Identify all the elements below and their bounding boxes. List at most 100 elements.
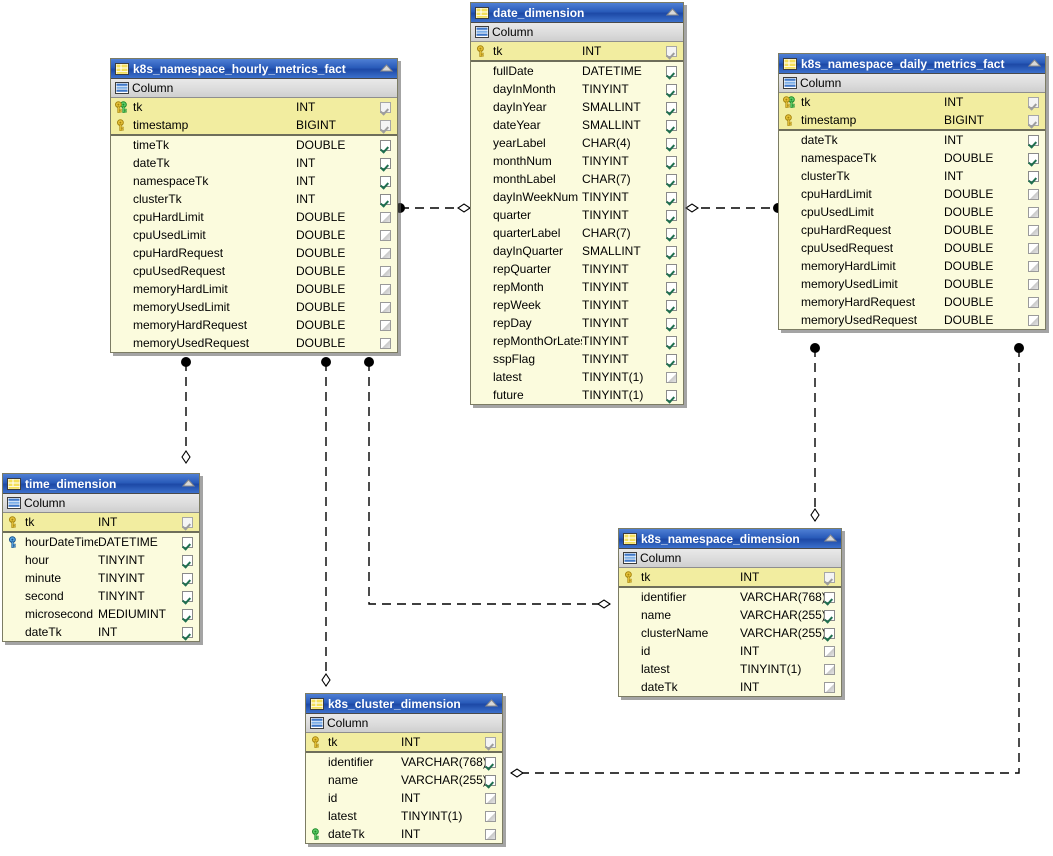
collapse-icon[interactable] xyxy=(379,63,394,74)
column-section-header[interactable]: Column xyxy=(619,549,841,568)
not-null-checkbox[interactable] xyxy=(662,173,680,185)
column-row[interactable]: quarter TINYINT xyxy=(471,206,683,224)
column-row[interactable]: cpuUsedLimit DOUBLE xyxy=(779,203,1045,221)
not-null-checkbox[interactable] xyxy=(662,335,680,347)
column-row[interactable]: dateTk INT xyxy=(111,154,397,172)
table-title-bar[interactable]: date_dimension xyxy=(471,3,683,23)
not-null-checkbox[interactable] xyxy=(1024,224,1042,236)
not-null-checkbox[interactable] xyxy=(178,572,196,584)
column-row[interactable]: tk INT xyxy=(111,98,397,116)
not-null-checkbox[interactable] xyxy=(481,736,499,748)
not-null-checkbox[interactable] xyxy=(481,810,499,822)
column-row[interactable]: dateTk INT xyxy=(779,131,1045,149)
collapse-icon[interactable] xyxy=(484,698,499,709)
column-row[interactable]: repMonth TINYINT xyxy=(471,278,683,296)
table-title-bar[interactable]: k8s_cluster_dimension xyxy=(306,694,502,714)
column-row[interactable]: clusterTk INT xyxy=(779,167,1045,185)
column-row[interactable]: cpuUsedRequest DOUBLE xyxy=(111,262,397,280)
table-date_dimension[interactable]: date_dimension Column tk INT fullDate DATETIM… xyxy=(470,2,684,405)
column-row[interactable]: memoryUsedLimit DOUBLE xyxy=(111,298,397,316)
not-null-checkbox[interactable] xyxy=(820,681,838,693)
not-null-checkbox[interactable] xyxy=(1024,188,1042,200)
column-row[interactable]: clusterName VARCHAR(255) xyxy=(619,624,841,642)
column-row[interactable]: quarterLabel CHAR(7) xyxy=(471,224,683,242)
column-row[interactable]: memoryUsedLimit DOUBLE xyxy=(779,275,1045,293)
not-null-checkbox[interactable] xyxy=(178,554,196,566)
collapse-icon[interactable] xyxy=(823,533,838,544)
column-row[interactable]: tk INT xyxy=(471,42,683,60)
not-null-checkbox[interactable] xyxy=(376,283,394,295)
collapse-icon[interactable] xyxy=(665,7,680,18)
not-null-checkbox[interactable] xyxy=(1024,206,1042,218)
column-row[interactable]: tk INT xyxy=(779,93,1045,111)
column-row[interactable]: hourDateTime DATETIME xyxy=(3,533,199,551)
column-row[interactable]: identifier VARCHAR(768) xyxy=(619,588,841,606)
column-row[interactable]: repMonthOrLatest TINYINT xyxy=(471,332,683,350)
not-null-checkbox[interactable] xyxy=(820,609,838,621)
not-null-checkbox[interactable] xyxy=(662,137,680,149)
not-null-checkbox[interactable] xyxy=(376,119,394,131)
column-row[interactable]: second TINYINT xyxy=(3,587,199,605)
not-null-checkbox[interactable] xyxy=(662,45,680,57)
not-null-checkbox[interactable] xyxy=(178,590,196,602)
not-null-checkbox[interactable] xyxy=(178,536,196,548)
column-row[interactable]: fullDate DATETIME xyxy=(471,62,683,80)
not-null-checkbox[interactable] xyxy=(376,139,394,151)
not-null-checkbox[interactable] xyxy=(662,317,680,329)
not-null-checkbox[interactable] xyxy=(376,229,394,241)
column-row[interactable]: sspFlag TINYINT xyxy=(471,350,683,368)
column-row[interactable]: timeTk DOUBLE xyxy=(111,136,397,154)
not-null-checkbox[interactable] xyxy=(820,627,838,639)
column-row[interactable]: cpuUsedRequest DOUBLE xyxy=(779,239,1045,257)
table-title-bar[interactable]: k8s_namespace_dimension xyxy=(619,529,841,549)
column-row[interactable]: name VARCHAR(255) xyxy=(306,771,502,789)
not-null-checkbox[interactable] xyxy=(820,571,838,583)
collapse-icon[interactable] xyxy=(1027,58,1042,69)
column-row[interactable]: repWeek TINYINT xyxy=(471,296,683,314)
not-null-checkbox[interactable] xyxy=(820,591,838,603)
table-hourly_fact[interactable]: k8s_namespace_hourly_metrics_fact Column t… xyxy=(110,58,398,353)
column-row[interactable]: memoryHardRequest DOUBLE xyxy=(111,316,397,334)
column-row[interactable]: dayInMonth TINYINT xyxy=(471,80,683,98)
column-row[interactable]: id INT xyxy=(306,789,502,807)
column-row[interactable]: microsecond MEDIUMINT xyxy=(3,605,199,623)
not-null-checkbox[interactable] xyxy=(1024,96,1042,108)
er-diagram-canvas[interactable]: k8s_namespace_hourly_metrics_fact Column t… xyxy=(0,0,1053,856)
column-row[interactable]: cpuHardRequest DOUBLE xyxy=(779,221,1045,239)
column-row[interactable]: dayInWeekNum TINYINT xyxy=(471,188,683,206)
column-row[interactable]: dayInQuarter SMALLINT xyxy=(471,242,683,260)
not-null-checkbox[interactable] xyxy=(178,626,196,638)
not-null-checkbox[interactable] xyxy=(1024,278,1042,290)
column-section-header[interactable]: Column xyxy=(111,79,397,98)
column-row[interactable]: name VARCHAR(255) xyxy=(619,606,841,624)
column-row[interactable]: cpuHardRequest DOUBLE xyxy=(111,244,397,262)
not-null-checkbox[interactable] xyxy=(178,608,196,620)
column-row[interactable]: tk INT xyxy=(619,568,841,586)
table-cluster_dimension[interactable]: k8s_cluster_dimension Column tk INT identifi… xyxy=(305,693,503,844)
column-row[interactable]: dateYear SMALLINT xyxy=(471,116,683,134)
column-row[interactable]: dateTk INT xyxy=(619,678,841,696)
column-section-header[interactable]: Column xyxy=(3,494,199,513)
not-null-checkbox[interactable] xyxy=(662,65,680,77)
not-null-checkbox[interactable] xyxy=(481,756,499,768)
not-null-checkbox[interactable] xyxy=(178,516,196,528)
not-null-checkbox[interactable] xyxy=(481,792,499,804)
not-null-checkbox[interactable] xyxy=(376,211,394,223)
column-row[interactable]: timestamp BIGINT xyxy=(779,111,1045,129)
not-null-checkbox[interactable] xyxy=(376,301,394,313)
column-section-header[interactable]: Column xyxy=(306,714,502,733)
column-row[interactable]: namespaceTk DOUBLE xyxy=(779,149,1045,167)
not-null-checkbox[interactable] xyxy=(820,645,838,657)
not-null-checkbox[interactable] xyxy=(376,157,394,169)
column-row[interactable]: monthNum TINYINT xyxy=(471,152,683,170)
table-title-bar[interactable]: k8s_namespace_daily_metrics_fact xyxy=(779,54,1045,74)
not-null-checkbox[interactable] xyxy=(662,389,680,401)
column-row[interactable]: memoryHardRequest DOUBLE xyxy=(779,293,1045,311)
column-row[interactable]: namespaceTk INT xyxy=(111,172,397,190)
not-null-checkbox[interactable] xyxy=(376,265,394,277)
not-null-checkbox[interactable] xyxy=(662,155,680,167)
column-row[interactable]: memoryHardLimit DOUBLE xyxy=(779,257,1045,275)
not-null-checkbox[interactable] xyxy=(662,353,680,365)
column-row[interactable]: cpuHardLimit DOUBLE xyxy=(111,208,397,226)
table-title-bar[interactable]: time_dimension xyxy=(3,474,199,494)
